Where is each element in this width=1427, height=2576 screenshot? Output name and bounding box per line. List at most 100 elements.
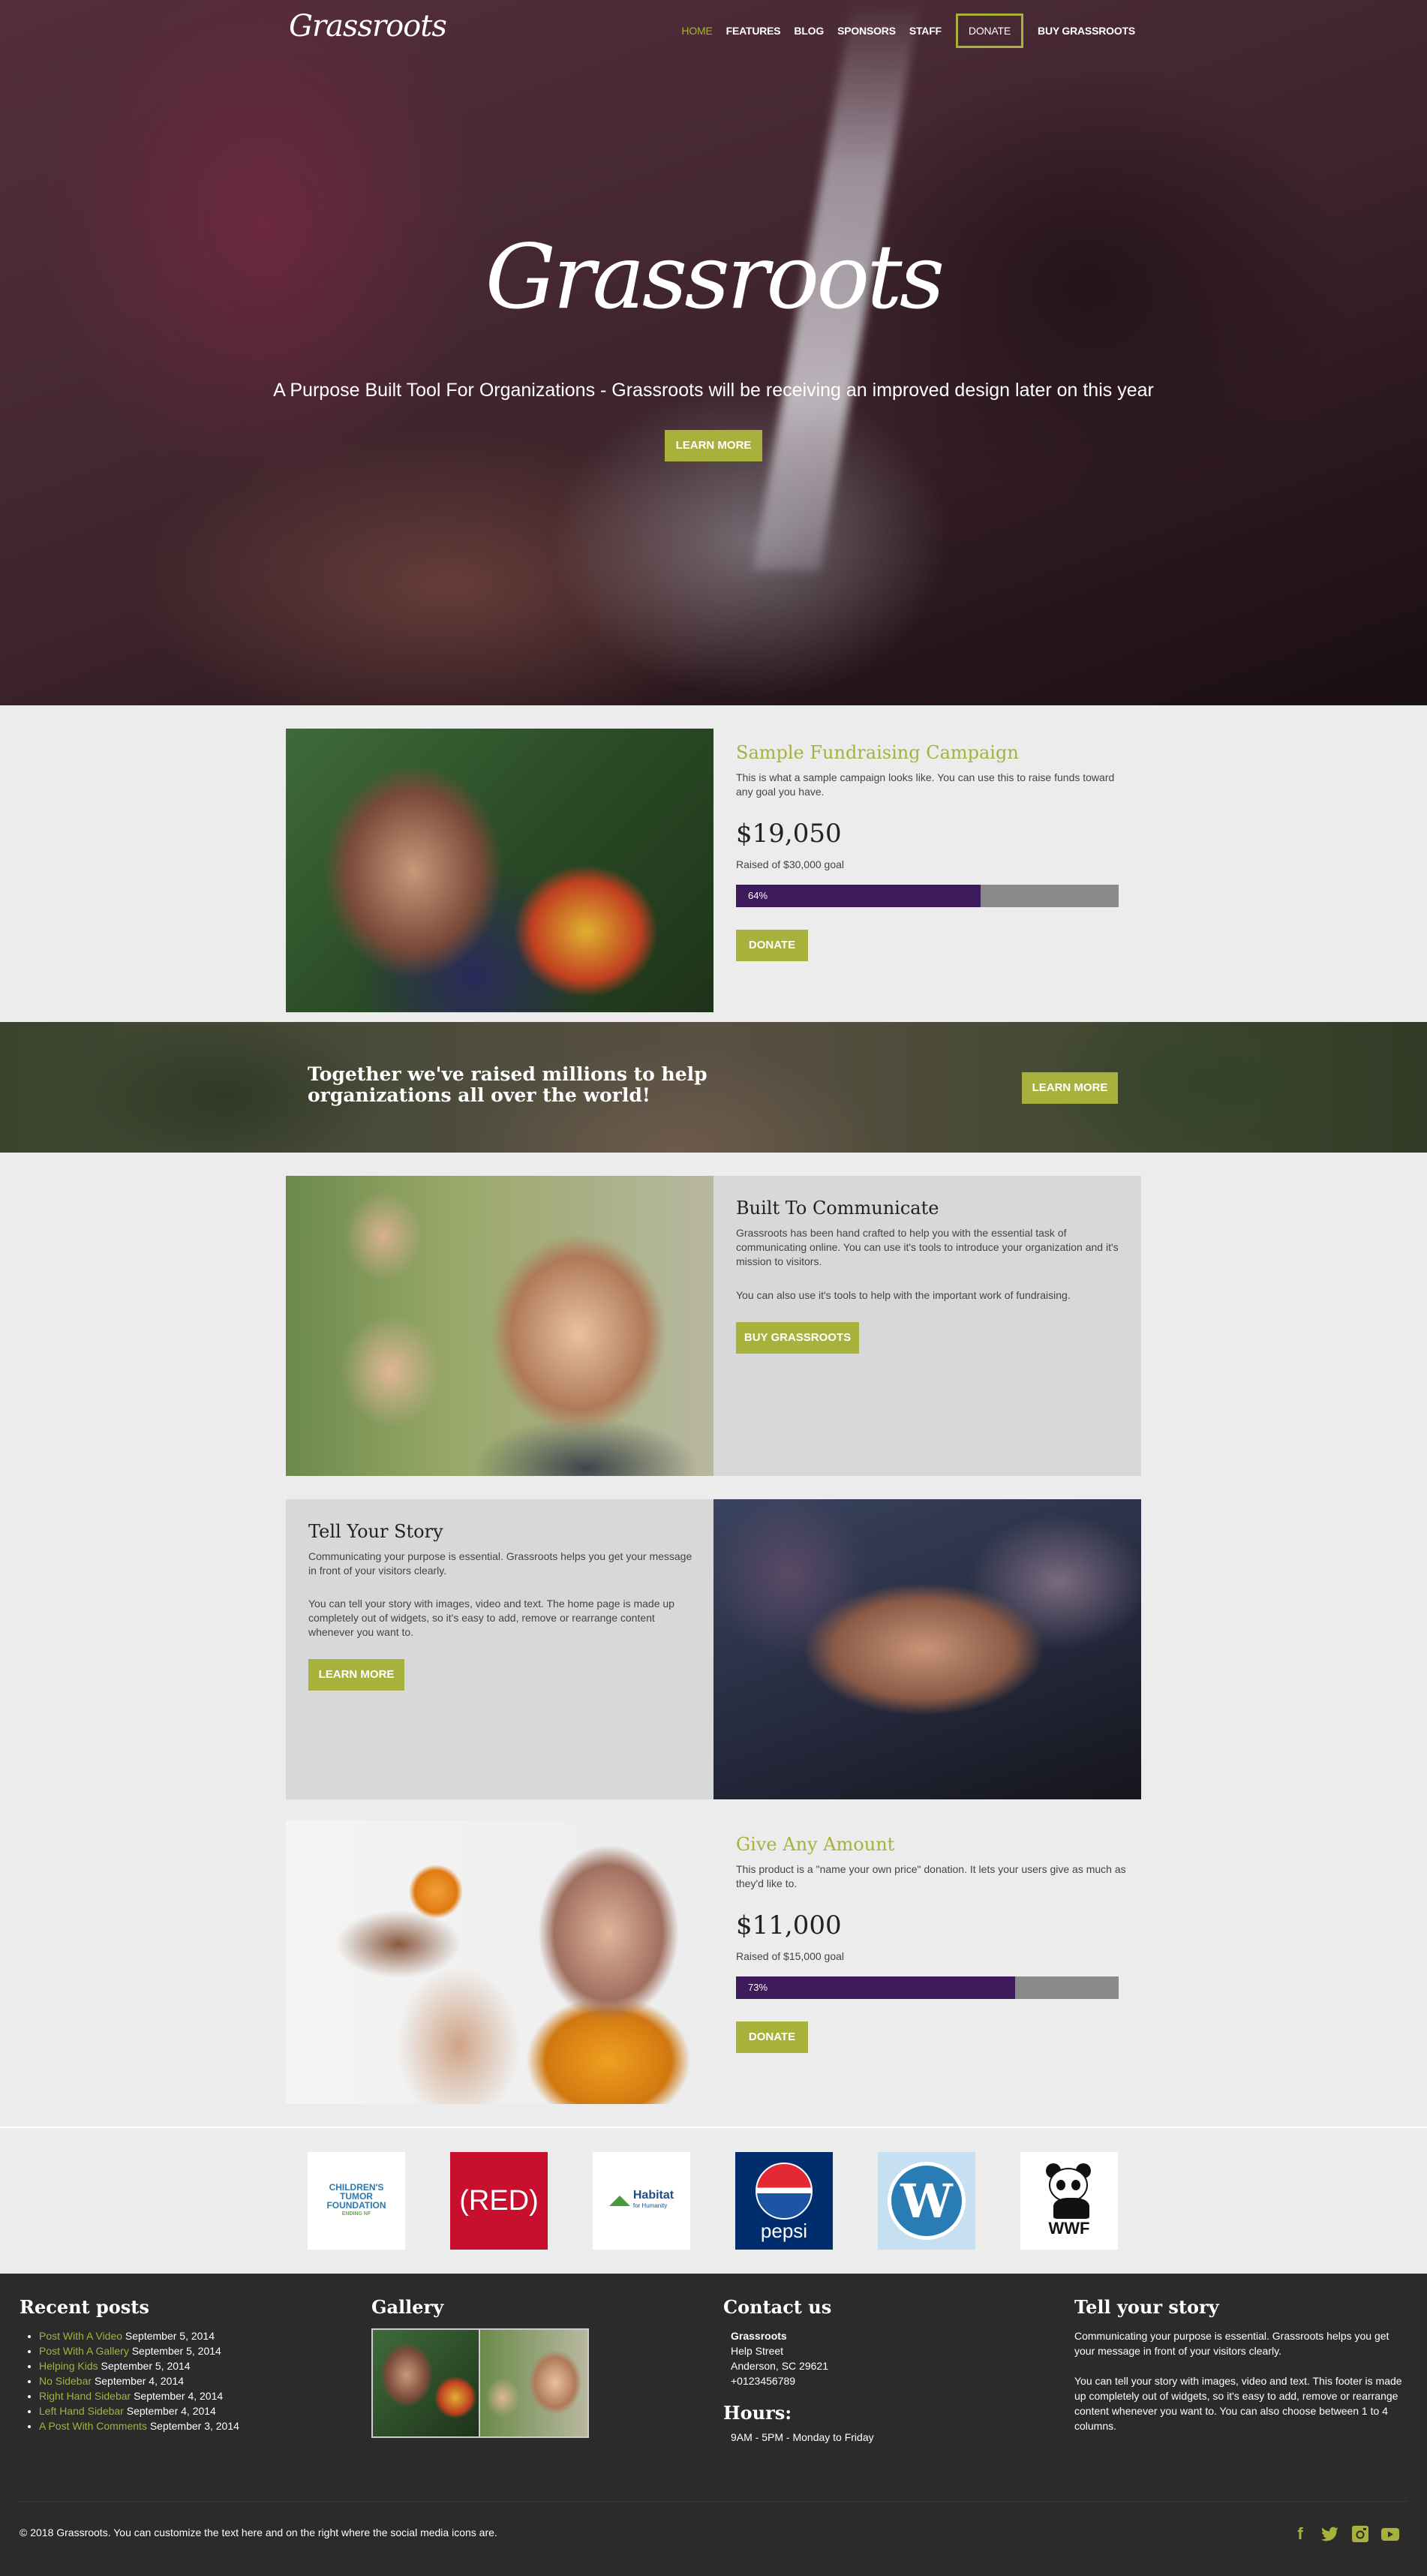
recent-post-link[interactable]: Post With A Gallery (39, 2345, 129, 2357)
nav-sponsors[interactable]: SPONSORS (831, 15, 903, 47)
campaign2-goal: Raised of $15,000 goal (736, 1950, 844, 1962)
nav-home[interactable]: HOME (674, 15, 719, 47)
nav-buy-grassroots[interactable]: BUY GRASSROOTS (1031, 15, 1142, 47)
nav-features[interactable]: FEATURES (720, 15, 788, 47)
recent-post-item: A Post With Comments September 3, 2014 (39, 2418, 350, 2433)
recent-post-link[interactable]: Left Hand Sidebar (39, 2405, 124, 2417)
habitat-house-icon (608, 2196, 630, 2206)
wwf-logo-text: WWF (1048, 2219, 1090, 2238)
recent-post-item: Right Hand Sidebar September 4, 2014 (39, 2388, 350, 2403)
recent-post-item: Post With A Video September 5, 2014 (39, 2328, 350, 2343)
recent-post-date: September 4, 2014 (134, 2390, 224, 2402)
campaign2-photo-children-orange (286, 1820, 714, 2104)
recent-post-link[interactable]: Right Hand Sidebar (39, 2390, 131, 2402)
nav-blog[interactable]: BLOG (787, 15, 831, 47)
story-paragraph-1: Communicating your purpose is essential.… (308, 1550, 692, 1577)
buy-grassroots-button[interactable]: BUY GRASSROOTS (736, 1322, 859, 1354)
campaign-progress-fill: 64% (736, 885, 981, 907)
story-learn-more-button[interactable]: LEARN MORE (308, 1659, 404, 1691)
contact-city: Anderson, SC 29621 (731, 2360, 828, 2372)
campaign2-progress-bar: 73% (736, 1976, 1119, 1999)
nav-donate-button[interactable]: DONATE (955, 14, 1024, 48)
footer-contact-title: Contact us (723, 2296, 832, 2318)
recent-post-date: September 4, 2014 (126, 2405, 216, 2417)
footer-story-title: Tell your story (1074, 2296, 1219, 2318)
facebook-icon[interactable]: f (1290, 2524, 1310, 2544)
instagram-icon[interactable] (1350, 2524, 1370, 2544)
gallery-thumb-children[interactable] (480, 2330, 587, 2436)
wordpress-logo-icon: W (888, 2162, 966, 2240)
wordpress-logo-letter: W (900, 2173, 953, 2229)
contact-phone: +0123456789 (731, 2375, 796, 2387)
story-title: Tell Your Story (308, 1521, 443, 1542)
recent-post-date: September 3, 2014 (149, 2420, 239, 2432)
contact-address: Grassroots Help Street Anderson, SC 2962… (723, 2328, 1053, 2388)
sponsor-habitat-for-humanity[interactable]: Habitat for Humanity (593, 2152, 690, 2250)
ctf-logo-line-4: ENDING NF (341, 2211, 371, 2217)
story-box (286, 1499, 714, 1799)
communicate-paragraph-1: Grassroots has been hand crafted to help… (736, 1227, 1119, 1267)
campaign-amount: $19,050 (736, 819, 842, 849)
hero-learn-more-button[interactable]: LEARN MORE (665, 430, 762, 461)
recent-post-date: September 4, 2014 (94, 2375, 185, 2387)
banner-text: Together we've raised millions to help o… (308, 1063, 707, 1106)
wwf-panda-icon (1043, 2163, 1095, 2219)
sponsors-divider (0, 2127, 1427, 2128)
story-paragraph-2: You can tell your story with images, vid… (308, 1598, 674, 1638)
recent-post-date: September 5, 2014 (101, 2360, 191, 2372)
campaign-description: This is what a sample campaign looks lik… (736, 771, 1115, 798)
recent-post-item: Post With A Gallery September 5, 2014 (39, 2343, 350, 2358)
site-logo[interactable]: Grassroots (289, 9, 447, 44)
pepsi-globe-icon (756, 2163, 813, 2220)
hero-subtitle: A Purpose Built Tool For Organizations -… (273, 380, 1154, 401)
footer-hours: 9AM - 5PM - Monday to Friday (731, 2431, 874, 2443)
red-logo-text: (RED) (459, 2184, 539, 2217)
communicate-title: Built To Communicate (736, 1198, 939, 1219)
habitat-logo-line-1: Habitat (632, 2189, 674, 2202)
contact-street: Help Street (731, 2345, 784, 2357)
banner-learn-more-button[interactable]: LEARN MORE (1022, 1072, 1118, 1104)
footer-tell-story: Tell your story Communicating your purpo… (1074, 2296, 1404, 2433)
footer-gallery-title: Gallery (371, 2296, 444, 2318)
footer-copyright: © 2018 Grassroots. You can customize the… (20, 2526, 497, 2538)
recent-post-link[interactable]: Post With A Video (39, 2330, 122, 2342)
recent-post-link[interactable]: A Post With Comments (39, 2420, 147, 2432)
footer-hours-title: Hours: (723, 2402, 792, 2424)
recent-post-date: September 5, 2014 (125, 2330, 215, 2342)
campaign2-progress-fill: 73% (736, 1976, 1016, 1999)
youtube-icon[interactable] (1380, 2524, 1400, 2544)
sponsor-red[interactable]: (RED) (450, 2152, 548, 2250)
recent-post-date: September 5, 2014 (131, 2345, 221, 2357)
ctf-logo-line-3: FOUNDATION (326, 2200, 386, 2211)
gallery-thumb-mother-child[interactable] (373, 2330, 480, 2436)
campaign-donate-button[interactable]: DONATE (736, 930, 808, 961)
communicate-paragraph-2: You can also use it's tools to help with… (736, 1289, 1071, 1301)
recent-post-item: Helping Kids September 5, 2014 (39, 2358, 350, 2373)
nav-staff[interactable]: STAFF (903, 15, 948, 47)
campaign2-description: This product is a "name your own price" … (736, 1863, 1126, 1889)
recent-posts-list: Post With A Video September 5, 2014 Post… (20, 2328, 350, 2433)
contact-name: Grassroots (731, 2330, 787, 2342)
hero-title: Grassroots (485, 225, 945, 329)
sponsor-wordpress[interactable]: W (878, 2152, 975, 2250)
campaign2-donate-button[interactable]: DONATE (736, 2021, 808, 2053)
recent-post-link[interactable]: Helping Kids (39, 2360, 98, 2372)
sponsor-pepsi[interactable]: pepsi (735, 2152, 833, 2250)
raised-millions-banner: Together we've raised millions to help o… (0, 1022, 1427, 1153)
campaign-goal: Raised of $30,000 goal (736, 858, 844, 870)
twitter-icon[interactable] (1320, 2524, 1340, 2544)
recent-post-item: Left Hand Sidebar September 4, 2014 (39, 2403, 350, 2418)
footer-divider (20, 2501, 1407, 2502)
footer-story-paragraph-1: Communicating your purpose is essential.… (1074, 2330, 1389, 2357)
gallery-grid (371, 2328, 589, 2438)
footer-recent-title: Recent posts (20, 2296, 149, 2318)
recent-post-link[interactable]: No Sidebar (39, 2375, 92, 2387)
footer-story-paragraph-2: You can tell your story with images, vid… (1074, 2375, 1402, 2432)
campaign2-title[interactable]: Give Any Amount (736, 1834, 894, 1855)
footer-contact: Contact us Grassroots Help Street Anders… (723, 2296, 1053, 2445)
main-nav: HOME FEATURES BLOG SPONSORS STAFF DONATE… (674, 14, 1142, 48)
sponsor-wwf[interactable]: WWF (1020, 2152, 1118, 2250)
campaign-title[interactable]: Sample Fundraising Campaign (736, 742, 1019, 763)
footer-gallery: Gallery (371, 2296, 701, 2438)
sponsor-childrens-tumor-foundation[interactable]: CHILDREN'S TUMOR FOUNDATION ENDING NF (308, 2152, 405, 2250)
